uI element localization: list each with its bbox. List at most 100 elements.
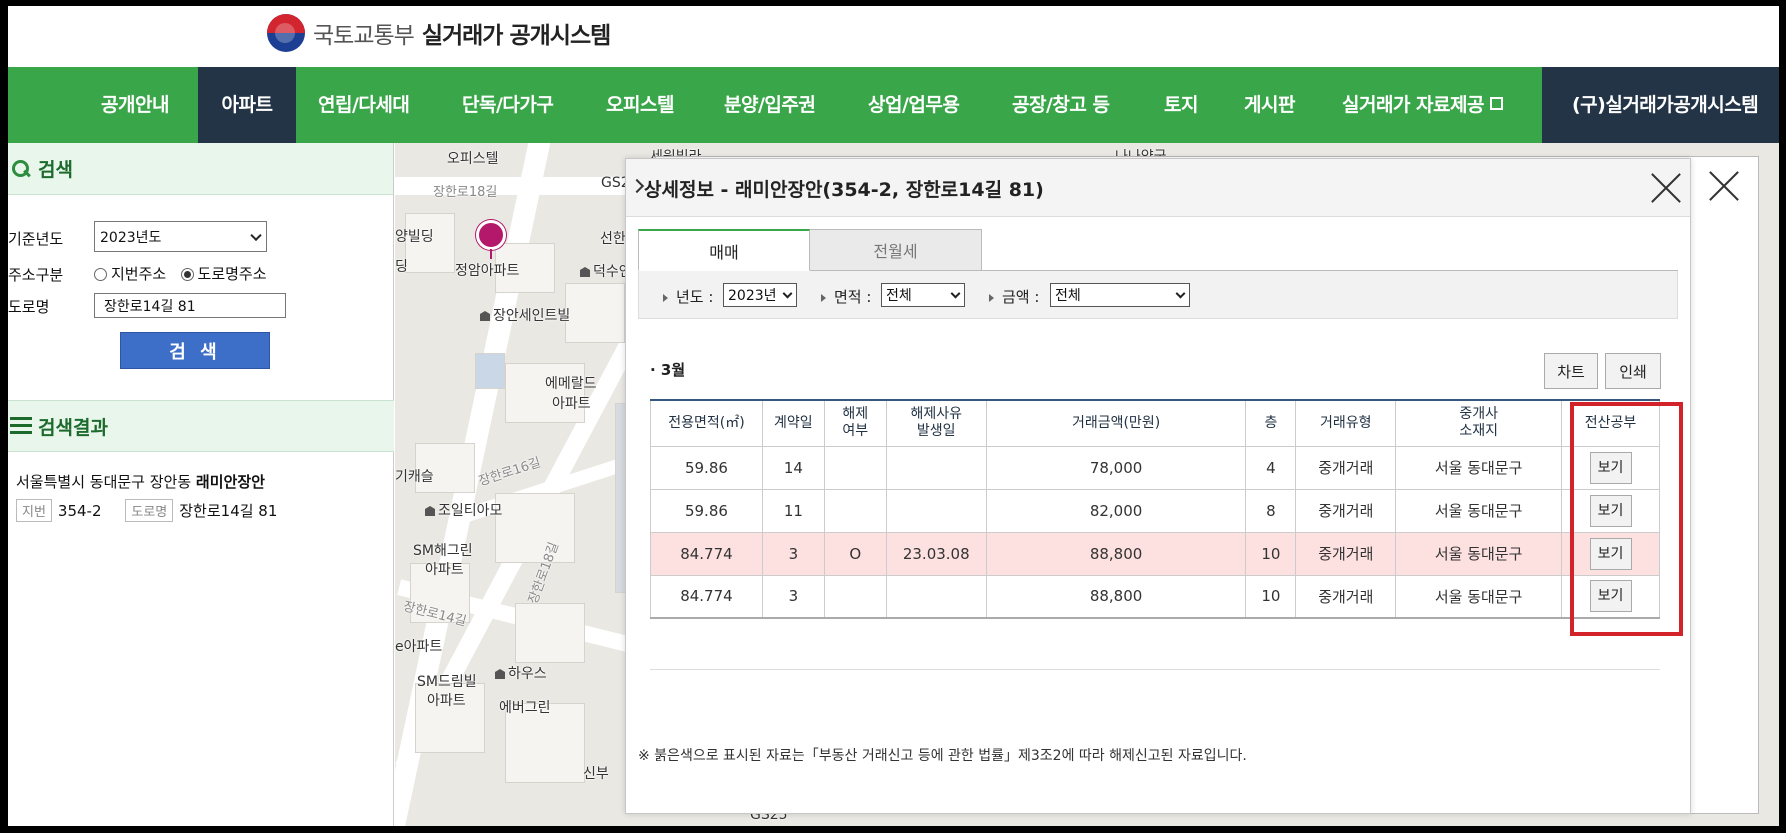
year-select[interactable]: 2023년도 <box>94 221 267 252</box>
chart-button[interactable]: 차트 <box>1544 353 1598 389</box>
nav-item-officetel[interactable]: 오피스텔 <box>606 67 674 143</box>
cell-cancel <box>823 488 887 533</box>
filter-area-label: 면적 : <box>821 286 871 307</box>
background-dialog-close[interactable] <box>1708 170 1740 202</box>
nav-item-presale[interactable]: 분양/입주권 <box>724 67 816 143</box>
ministry-name: 국토교통부 <box>313 23 415 49</box>
road-value: 장한로14길 81 <box>179 502 278 520</box>
cell-area: 84.774 <box>650 531 763 576</box>
chevron-right-icon <box>629 178 645 194</box>
cell-day: 3 <box>761 574 825 619</box>
map-label: 하우스 <box>495 663 547 683</box>
cell-price: 88,800 <box>985 574 1247 619</box>
nav-item-factory[interactable]: 공장/창고 등 <box>1012 67 1110 143</box>
search-section-header: 검색 <box>8 143 393 195</box>
tab-sale[interactable]: 매매 <box>638 229 810 271</box>
deal-type-tabs: 매매 전월세 <box>638 229 982 271</box>
result-detail: 지번 354-2 도로명 장한로14길 81 <box>16 499 277 522</box>
apartment-marker[interactable] <box>476 220 506 250</box>
radio-jibun-label: 지번주소 <box>111 265 167 283</box>
map-label: 아파트 <box>427 693 466 709</box>
map-label: 에버그린 <box>499 700 551 716</box>
map-label: 조일티아모 <box>425 500 502 520</box>
result-address-prefix: 서울특별시 동대문구 장안동 <box>16 473 192 491</box>
col-price: 거래금액(만원) <box>985 399 1247 447</box>
government-emblem-icon <box>267 14 305 52</box>
cell-floor: 8 <box>1245 488 1297 533</box>
filter-area-select[interactable]: 전체 <box>881 283 965 307</box>
cell-floor: 10 <box>1245 574 1297 619</box>
system-name: 실거래가 공개시스템 <box>421 23 611 49</box>
cell-deal-type: 중개거래 <box>1295 488 1397 533</box>
nav-item-commercial[interactable]: 상업/업무용 <box>868 67 960 143</box>
table-header-row: 전용면적(㎡) 계약일 해제 여부 해제사유 발생일 거래금액(만원) 층 거래유형… <box>650 399 1660 447</box>
cell-cancel <box>823 574 887 619</box>
detail-dialog: 상세정보 - 래미안장안(354-2, 장한로14길 81) 매매 전월세 년도… <box>625 158 1691 814</box>
road-name-label: 도로명 <box>8 298 50 316</box>
col-cancelled-label: 해제 여부 <box>842 406 869 440</box>
browser-viewport: 국토교통부 실거래가 공개시스템 공개안내 아파트 연립/다세대 단독/다가구 … <box>8 6 1779 826</box>
radio-jibun-circle <box>94 268 107 281</box>
nav-item-legacy-system[interactable]: (구)실거래가공개시스템 <box>1542 67 1779 143</box>
result-address[interactable]: 서울특별시 동대문구 장안동 래미안장안 <box>16 471 265 492</box>
print-button[interactable]: 인쇄 <box>1605 353 1661 389</box>
road-tag: 도로명 <box>125 499 174 522</box>
radio-jibun[interactable]: 지번주소 <box>94 265 166 283</box>
divider <box>650 669 1660 670</box>
chevron-down-icon <box>782 288 793 299</box>
nav-item-row-house[interactable]: 연립/다세대 <box>318 67 410 143</box>
cell-price: 88,800 <box>985 531 1247 576</box>
cell-cancel-date <box>885 574 987 619</box>
filter-price-select[interactable]: 전체 <box>1050 283 1190 307</box>
nav-item-detached-house[interactable]: 단독/다가구 <box>462 67 554 143</box>
nav-item-board[interactable]: 게시판 <box>1244 67 1295 143</box>
transactions-table: 전용면적(㎡) 계약일 해제 여부 해제사유 발생일 거래금액(만원) 층 거래유형… <box>650 399 1660 619</box>
tab-rent[interactable]: 전월세 <box>810 229 982 271</box>
site-logo[interactable]: 국토교통부 실거래가 공개시스템 <box>267 14 611 52</box>
close-icon <box>1708 170 1740 202</box>
chevron-down-icon <box>950 288 961 299</box>
table-row-cancelled: 84.774 3 O 23.03.08 88,800 10 중개거래 서울 동대… <box>650 531 1660 576</box>
radio-road[interactable]: 도로명주소 <box>180 265 267 283</box>
close-icon <box>1650 172 1682 204</box>
filter-year-select[interactable]: 2023년 <box>723 283 797 307</box>
filter-year-label: 년도 : <box>663 286 713 307</box>
cell-cancel-date <box>885 488 987 533</box>
cell-deal-type: 중개거래 <box>1295 531 1397 576</box>
cell-area: 84.774 <box>650 574 763 619</box>
map-label: 장한로18길 <box>433 185 498 200</box>
map-label: 장한로16길 <box>476 455 543 490</box>
col-agent-location-label: 중개사 소재지 <box>1459 406 1498 440</box>
map-label: SM해그린 <box>413 543 473 559</box>
radio-road-circle <box>180 268 194 281</box>
filter-price-value: 전체 <box>1055 288 1081 304</box>
col-contract-day: 계약일 <box>761 399 825 447</box>
year-select-value: 2023년도 <box>100 229 162 246</box>
col-deal-type: 거래유형 <box>1295 399 1397 447</box>
nav-item-data-provision[interactable]: 실거래가 자료제공 <box>1342 67 1503 143</box>
map-label: 아파트 <box>425 562 464 578</box>
filter-price-label: 금액 : <box>989 286 1039 307</box>
search-button[interactable]: 검 색 <box>120 332 270 369</box>
nav-item-guide[interactable]: 공개안내 <box>101 67 169 143</box>
search-panel: 검색 기준년도 2023년도 주소구분 지번주소 도로명주소 도로명 장한로14… <box>8 143 394 826</box>
cell-agent: 서울 동대문구 <box>1395 445 1563 490</box>
map-label: 아파트 <box>552 396 591 412</box>
cell-agent: 서울 동대문구 <box>1395 488 1563 533</box>
map-label: 양빌딩 <box>395 229 434 245</box>
col-area: 전용면적(㎡) <box>650 399 763 447</box>
road-name-input[interactable]: 장한로14길 81 <box>94 293 286 318</box>
cell-cancel: O <box>823 531 887 576</box>
filter-bar: 년도 : 2023년 면적 : 전체 금액 : 전체 <box>638 271 1678 319</box>
month-heading: · 3월 <box>650 361 686 379</box>
col-cancel-date: 해제사유 발생일 <box>885 399 987 447</box>
nav-item-apartment[interactable]: 아파트 <box>198 67 296 143</box>
cell-cancel-date <box>885 445 987 490</box>
jibun-value: 354-2 <box>57 502 102 520</box>
cell-price: 82,000 <box>985 488 1247 533</box>
registry-column-highlight <box>1570 402 1683 636</box>
search-icon <box>10 158 32 180</box>
jibun-tag: 지번 <box>16 499 52 522</box>
col-cancel-date-label: 해제사유 발생일 <box>910 406 962 440</box>
nav-item-land[interactable]: 토지 <box>1164 67 1198 143</box>
